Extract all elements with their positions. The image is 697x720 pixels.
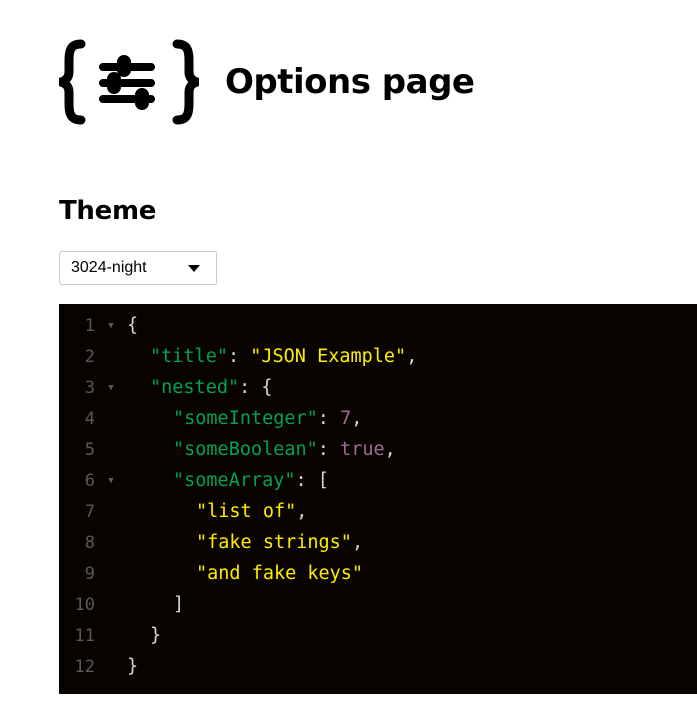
code-token: "fake strings" (196, 532, 352, 553)
code-token: ] (173, 594, 185, 615)
code-line[interactable]: 1 ▼{ (59, 310, 697, 341)
code-content: "someArray": [ (127, 470, 329, 491)
code-token: true (340, 439, 385, 460)
theme-select-value: 3024-night (71, 259, 147, 276)
code-token: "JSON Example" (250, 346, 407, 367)
code-token: "someBoolean" (173, 439, 318, 460)
line-number: 7 (84, 501, 95, 522)
line-number: 9 (84, 563, 95, 584)
code-line[interactable]: 8 "fake strings", (59, 527, 697, 558)
code-content: "title": "JSON Example", (127, 346, 417, 367)
code-token: "someArray" (173, 470, 296, 491)
code-content: "someBoolean": true, (127, 439, 396, 460)
line-number: 1 (84, 315, 95, 336)
code-content: { (127, 315, 138, 336)
code-token: { (127, 315, 139, 336)
code-line[interactable]: 2 "title": "JSON Example", (59, 341, 697, 372)
line-number: 6 (84, 470, 95, 491)
code-content: "nested": { (127, 377, 273, 398)
line-number: 8 (84, 532, 95, 553)
code-line[interactable]: 10] (59, 589, 697, 620)
line-number: 5 (84, 439, 95, 460)
code-token: : (227, 346, 251, 367)
code-token: "title" (150, 346, 228, 367)
code-token: , (296, 501, 308, 522)
code-token: : (317, 439, 341, 460)
code-token: , (351, 532, 364, 553)
code-token: "nested" (150, 377, 240, 398)
fold-arrow-icon[interactable]: ▼ (95, 383, 127, 393)
code-content: "someInteger": 7, (127, 408, 362, 429)
code-content: ] (127, 594, 184, 615)
code-token: : (317, 408, 341, 429)
code-line[interactable]: 6 ▼ "someArray": [ (59, 465, 697, 496)
fold-arrow-icon[interactable]: ▼ (95, 321, 127, 331)
code-token: 7 (340, 408, 352, 429)
code-token: } (150, 625, 162, 646)
line-number: 11 (74, 625, 95, 646)
caret-down-icon (188, 264, 200, 272)
code-line[interactable]: 12} (59, 651, 697, 682)
code-line[interactable]: 7 "list of", (59, 496, 697, 527)
code-token: : [ (295, 470, 329, 491)
code-line[interactable]: 11} (59, 620, 697, 651)
code-line[interactable]: 9 "and fake keys" (59, 558, 697, 589)
theme-heading: Theme (59, 196, 157, 226)
page-header: Options page (59, 38, 475, 126)
json-code-editor[interactable]: 1 ▼{2 "title": "JSON Example", 3 ▼ "nested": … (59, 304, 697, 694)
code-content: } (127, 625, 161, 646)
line-number: 4 (84, 408, 95, 429)
code-token: , (351, 408, 363, 429)
code-token: } (127, 656, 139, 677)
code-token: "someInteger" (173, 408, 318, 429)
json-settings-logo-icon (59, 39, 199, 125)
page-title: Options page (225, 62, 475, 102)
code-content: "fake strings", (127, 532, 363, 553)
code-line[interactable]: 5 "someBoolean": true, (59, 434, 697, 465)
code-content: "and fake keys" (127, 563, 363, 584)
code-token: , (384, 439, 396, 460)
line-number: 3 (84, 377, 95, 398)
code-line[interactable]: 4 "someInteger": 7, (59, 403, 697, 434)
code-content: } (127, 656, 138, 677)
code-content: "list of", (127, 501, 307, 522)
line-number: 2 (84, 346, 95, 367)
code-token: , (406, 346, 418, 367)
line-number: 12 (74, 656, 95, 677)
code-token: "list of" (196, 501, 297, 522)
code-token: "and fake keys" (196, 563, 364, 584)
theme-select[interactable]: 3024-night (59, 251, 217, 285)
fold-arrow-icon[interactable]: ▼ (95, 476, 127, 486)
line-number: 10 (74, 594, 95, 615)
code-line[interactable]: 3 ▼ "nested": { (59, 372, 697, 403)
code-token: : { (239, 377, 273, 398)
